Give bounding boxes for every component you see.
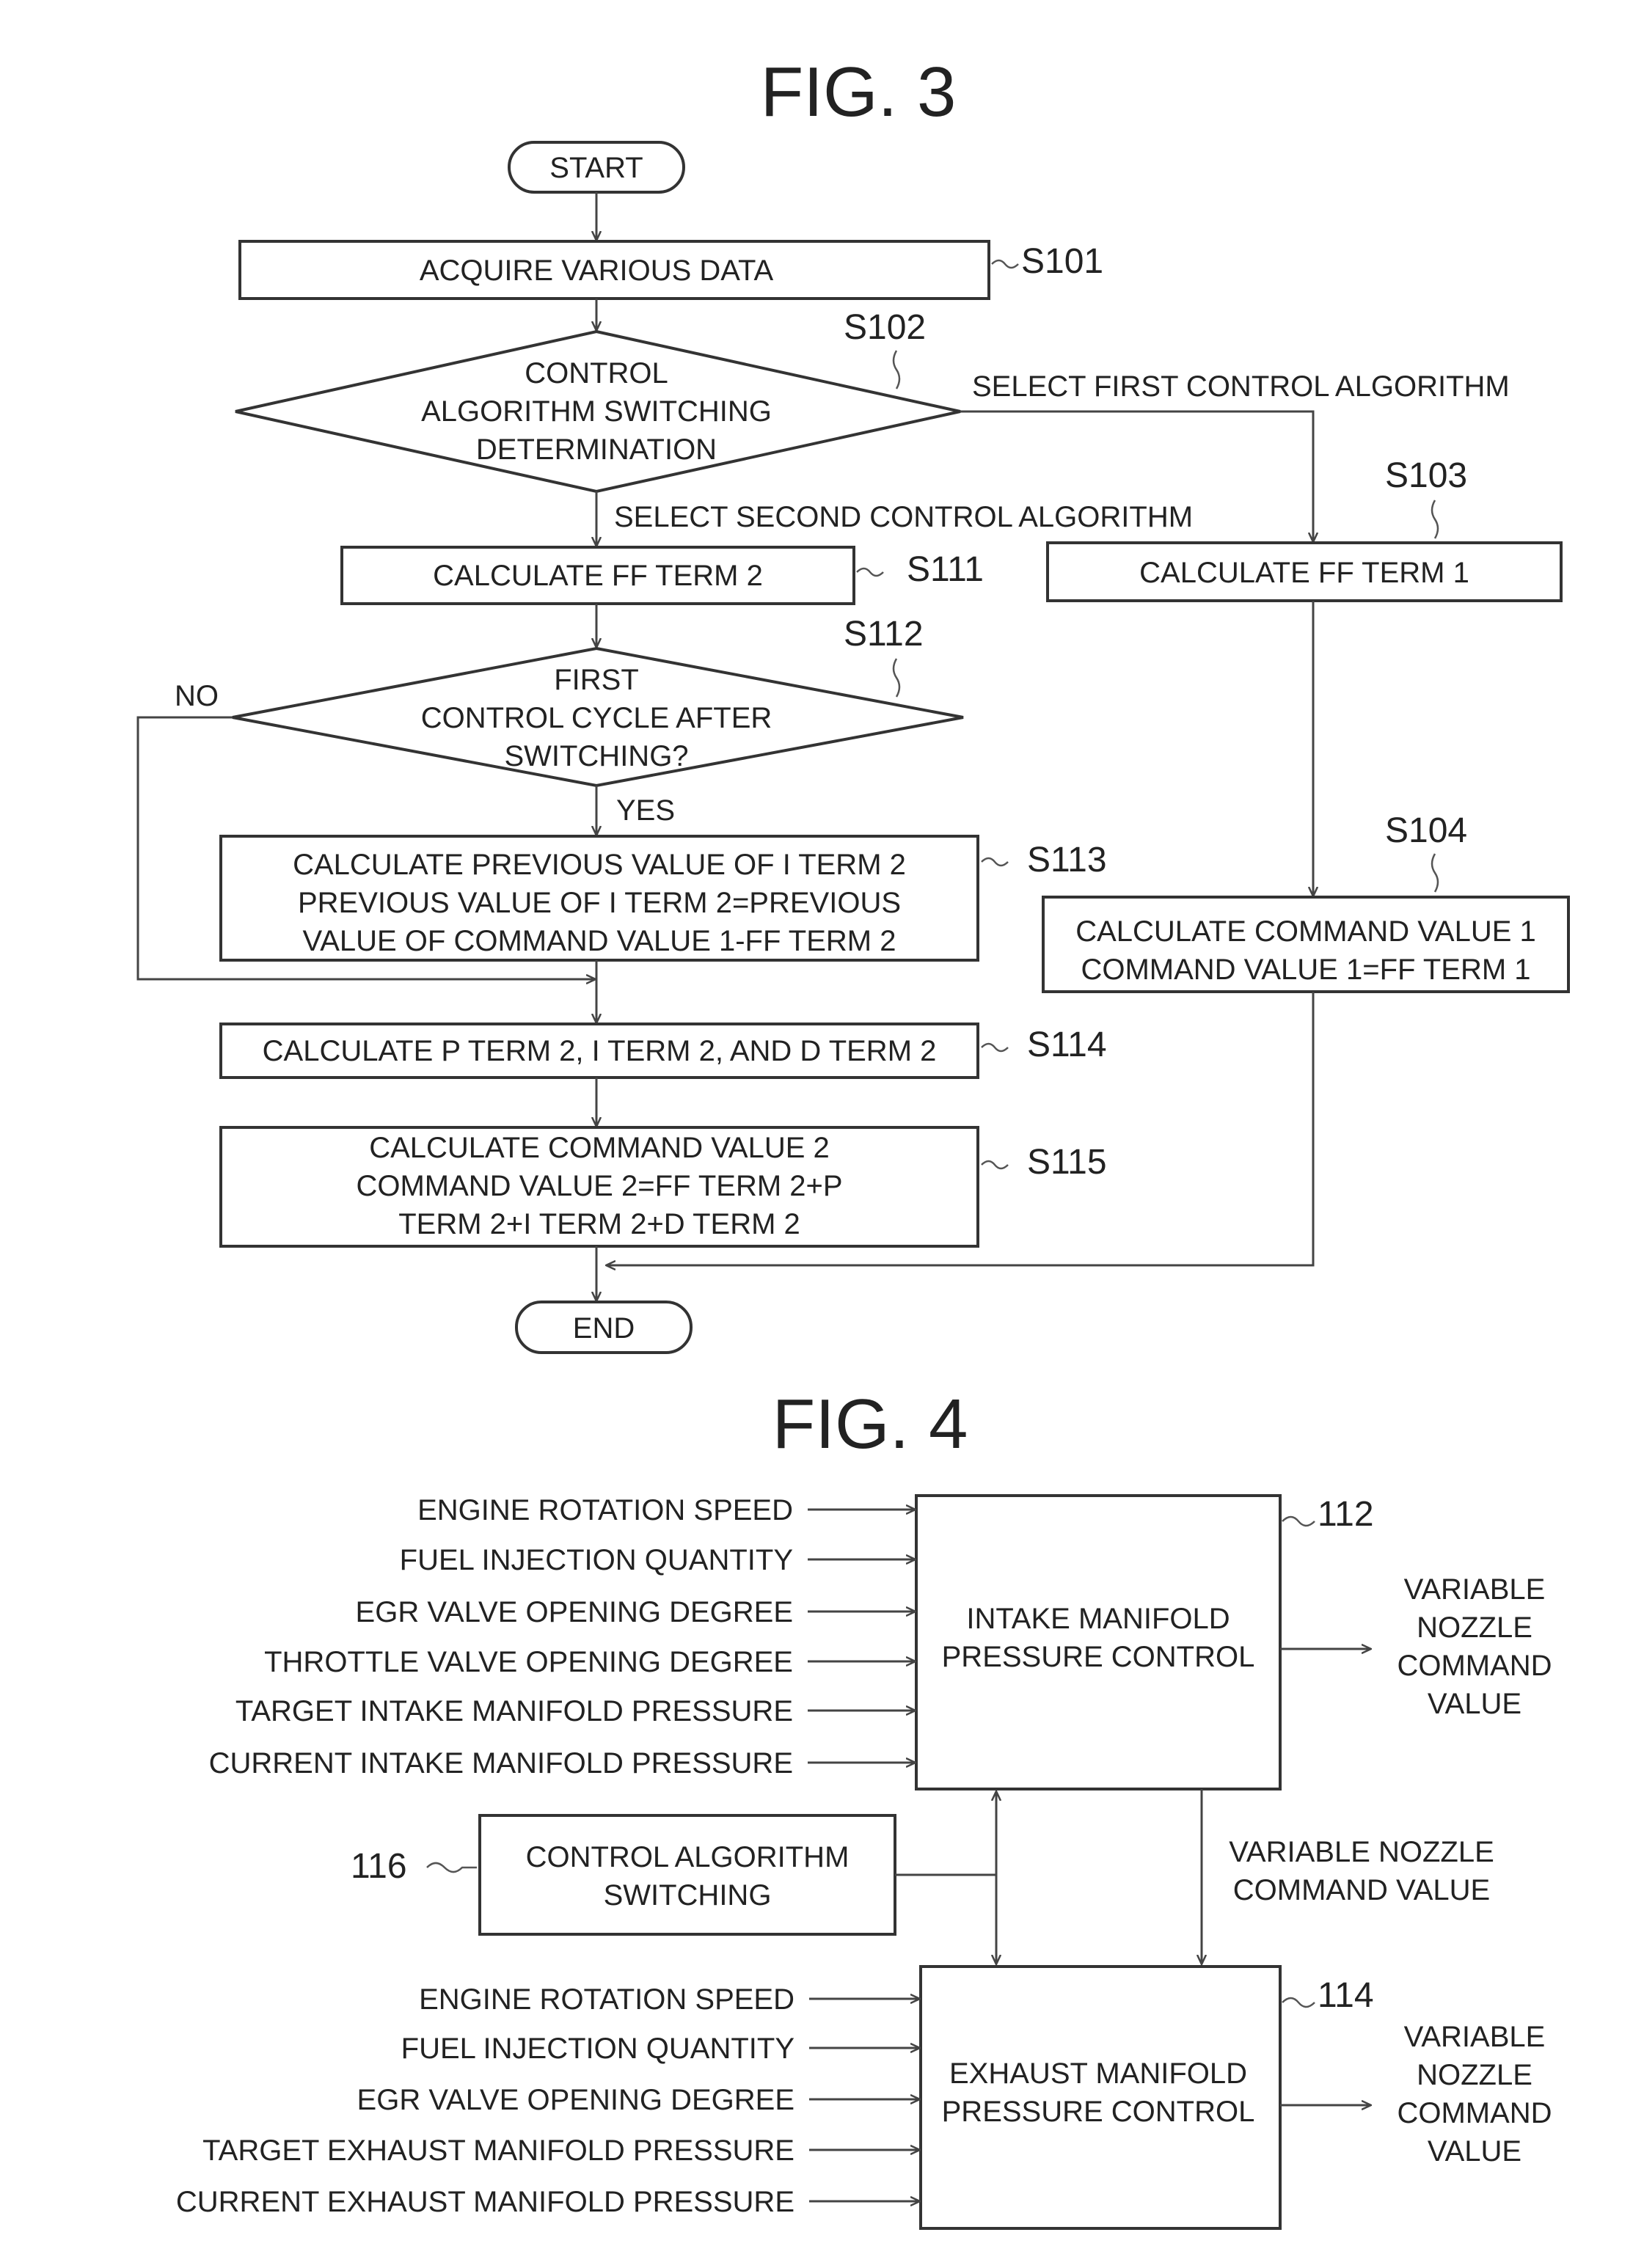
intake-ref: 112 xyxy=(1318,1495,1374,1534)
decision-s102: CONTROL ALGORITHM SWITCHING DETERMINATIO… xyxy=(235,308,961,494)
switching-box xyxy=(478,1814,896,1936)
fig3-title: FIG. 3 xyxy=(761,53,957,131)
exhaust-control-block: EXHAUST MANIFOLD PRESSURE CONTROL 114 xyxy=(919,1965,1374,2230)
step-s113: CALCULATE PREVIOUS VALUE OF I TERM 2 PRE… xyxy=(219,835,1107,962)
patent-figures: FIG. 3 START ACQUIRE VARIOUS DATA S101 C… xyxy=(136,53,1570,2230)
s115-leader xyxy=(981,1160,1009,1170)
exhaust-output-line: NOZZLE xyxy=(1417,2059,1532,2091)
intake-output-line: NOZZLE xyxy=(1417,1612,1532,1644)
s103-id: S103 xyxy=(1385,456,1467,495)
switching-ref-leader xyxy=(426,1862,477,1873)
switching-line-2: SWITCHING xyxy=(604,1879,772,1912)
s112-id: S112 xyxy=(844,615,924,654)
exhaust-output-line: COMMAND xyxy=(1397,2097,1552,2129)
switching-block: CONTROL ALGORITHM SWITCHING 116 xyxy=(351,1814,896,1936)
s113-line-2: PREVIOUS VALUE OF I TERM 2=PREVIOUS xyxy=(298,887,901,919)
s101-id: S101 xyxy=(1021,242,1103,281)
intake-output-line: COMMAND xyxy=(1397,1650,1552,1682)
figure-4: FIG. 4 INTAKE MANIFOLD PRESSURE CONTROL … xyxy=(176,1385,1552,2230)
intake-input-label: EGR VALVE OPENING DEGREE xyxy=(356,1596,793,1628)
end-terminal: END xyxy=(515,1301,693,1354)
s112-line-1: FIRST xyxy=(554,664,639,696)
step-s115: CALCULATE COMMAND VALUE 2 COMMAND VALUE … xyxy=(219,1126,1107,1248)
s111-text: CALCULATE FF TERM 2 xyxy=(433,560,763,592)
intake-ref-leader xyxy=(1282,1515,1315,1527)
exhaust-ref: 114 xyxy=(1318,1976,1374,2015)
exhaust-input-label: TARGET EXHAUST MANIFOLD PRESSURE xyxy=(202,2135,794,2167)
intake-input-label: CURRENT INTAKE MANIFOLD PRESSURE xyxy=(209,1747,793,1779)
s112-line-3: SWITCHING? xyxy=(504,740,688,772)
s115-line-1: CALCULATE COMMAND VALUE 2 xyxy=(369,1132,830,1164)
exhaust-input-label: CURRENT EXHAUST MANIFOLD PRESSURE xyxy=(176,2186,794,2218)
switching-line-1: CONTROL ALGORITHM xyxy=(526,1841,850,1873)
s104-id: S104 xyxy=(1385,811,1467,850)
end-label: END xyxy=(573,1312,635,1345)
s113-line-3: VALUE OF COMMAND VALUE 1-FF TERM 2 xyxy=(302,925,896,957)
s102-line-3: DETERMINATION xyxy=(476,434,717,466)
start-label: START xyxy=(549,152,643,184)
s115-line-2: COMMAND VALUE 2=FF TERM 2+P xyxy=(356,1170,842,1202)
intake-input-label: ENGINE ROTATION SPEED xyxy=(417,1494,793,1526)
intake-output-label: VARIABLE NOZZLE COMMAND VALUE xyxy=(1397,1573,1552,1720)
s103-leader xyxy=(1431,500,1439,539)
start-terminal: START xyxy=(508,141,685,194)
s114-id: S114 xyxy=(1027,1025,1107,1064)
exhaust-line-2: PRESSURE CONTROL xyxy=(942,2096,1255,2128)
s113-id: S113 xyxy=(1027,841,1107,879)
branch-second-label: SELECT SECOND CONTROL ALGORITHM xyxy=(614,501,1193,533)
intake-input-label: FUEL INJECTION QUANTITY xyxy=(400,1544,793,1576)
s102-line-2: ALGORITHM SWITCHING xyxy=(421,395,772,428)
s114-text: CALCULATE P TERM 2, I TERM 2, AND D TERM… xyxy=(263,1035,937,1067)
s113-line-1: CALCULATE PREVIOUS VALUE OF I TERM 2 xyxy=(293,849,906,881)
exhaust-output-label: VARIABLE NOZZLE COMMAND VALUE xyxy=(1397,2021,1552,2168)
intake-output-line: VARIABLE xyxy=(1404,1573,1546,1606)
no-label: NO xyxy=(175,680,219,712)
s102-line-1: CONTROL xyxy=(525,357,668,389)
s111-leader xyxy=(856,567,884,577)
s103-text: CALCULATE FF TERM 1 xyxy=(1139,557,1469,589)
s104-line-2: COMMAND VALUE 1=FF TERM 1 xyxy=(1081,954,1530,986)
figure-3: FIG. 3 START ACQUIRE VARIOUS DATA S101 C… xyxy=(136,53,1570,1354)
intake-input-label: TARGET INTAKE MANIFOLD PRESSURE xyxy=(235,1695,793,1727)
s114-leader xyxy=(981,1042,1009,1053)
switching-ref: 116 xyxy=(351,1847,407,1886)
s102-id: S102 xyxy=(844,308,926,347)
step-s111: CALCULATE FF TERM 2 S111 xyxy=(340,546,984,605)
exhaust-line-1: EXHAUST MANIFOLD xyxy=(949,2057,1247,2090)
intake-line-2: PRESSURE CONTROL xyxy=(942,1641,1255,1673)
intake-control-block: INTAKE MANIFOLD PRESSURE CONTROL 112 xyxy=(915,1494,1374,1790)
decision-s112: FIRST CONTROL CYCLE AFTER SWITCHING? S11… xyxy=(232,615,964,788)
s112-line-2: CONTROL CYCLE AFTER xyxy=(421,702,772,734)
s115-id: S115 xyxy=(1027,1143,1107,1182)
s104-leader xyxy=(1431,853,1439,893)
step-s114: CALCULATE P TERM 2, I TERM 2, AND D TERM… xyxy=(219,1023,1107,1079)
branch-first-label: SELECT FIRST CONTROL ALGORITHM xyxy=(972,370,1510,403)
intake-inputs: ENGINE ROTATION SPEED FUEL INJECTION QUA… xyxy=(209,1494,915,1779)
exhaust-input-label: ENGINE ROTATION SPEED xyxy=(419,1983,794,2016)
s104-line-1: CALCULATE COMMAND VALUE 1 xyxy=(1075,915,1536,948)
intake-input-label: THROTTLE VALVE OPENING DEGREE xyxy=(264,1646,793,1678)
s102-leader xyxy=(892,350,901,389)
link-label-line-1: VARIABLE NOZZLE xyxy=(1229,1836,1494,1868)
s112-leader xyxy=(892,658,901,698)
s101-text: ACQUIRE VARIOUS DATA xyxy=(420,255,774,287)
s111-id: S111 xyxy=(907,550,984,589)
exhaust-input-label: FUEL INJECTION QUANTITY xyxy=(401,2033,794,2065)
yes-label: YES xyxy=(616,794,675,827)
intake-line-1: INTAKE MANIFOLD xyxy=(966,1603,1230,1635)
step-s104: CALCULATE COMMAND VALUE 1 COMMAND VALUE … xyxy=(1042,811,1570,993)
exhaust-output-line: VARIABLE xyxy=(1404,2021,1546,2053)
step-s101: ACQUIRE VARIOUS DATA S101 xyxy=(238,240,1103,300)
link-label-line-2: COMMAND VALUE xyxy=(1233,1874,1490,1906)
exhaust-ref-leader xyxy=(1282,1997,1315,2008)
exhaust-input-label: EGR VALVE OPENING DEGREE xyxy=(357,2084,794,2116)
s101-leader xyxy=(991,259,1019,269)
s113-leader xyxy=(981,857,1009,867)
exhaust-output-line: VALUE xyxy=(1428,2135,1521,2168)
fig4-title: FIG. 4 xyxy=(772,1385,968,1463)
exhaust-inputs: ENGINE ROTATION SPEED FUEL INJECTION QUA… xyxy=(176,1983,919,2218)
s115-line-3: TERM 2+I TERM 2+D TERM 2 xyxy=(398,1208,800,1240)
intake-output-line: VALUE xyxy=(1428,1688,1521,1720)
